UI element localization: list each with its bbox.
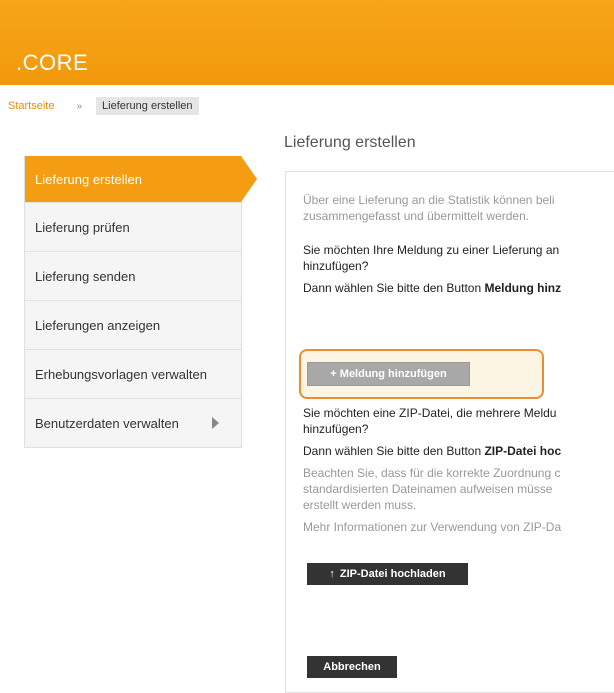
sidebar-item-label: Lieferungen anzeigen	[35, 317, 161, 333]
note-line3: erstellt werden muss.	[303, 498, 417, 512]
sidebar-item-label: Lieferung prüfen	[35, 219, 130, 235]
sidebar-item-label: Lieferung senden	[35, 268, 136, 284]
app-header: .CORE	[0, 0, 614, 85]
question-zip-line2: hinzufügen?	[303, 422, 369, 436]
note-line2: standardisierten Dateinamen aufweisen mü…	[303, 482, 553, 496]
question-zip-line1: Sie möchten eine ZIP-Datei, die mehrere …	[303, 406, 557, 420]
sidebar-item-benutzerdaten[interactable]: Benutzerdaten verwalten	[25, 399, 241, 447]
breadcrumb-separator: »	[76, 100, 83, 112]
page-title: Lieferung erstellen	[284, 134, 416, 151]
sidebar-item-lieferungen-anzeigen[interactable]: Lieferungen anzeigen	[25, 301, 241, 350]
sidebar-item-lieferung-pruefen[interactable]: Lieferung prüfen	[25, 203, 241, 252]
sidebar-item-lieferung-erstellen[interactable]: Lieferung erstellen	[25, 156, 257, 203]
breadcrumb: Startseite » Lieferung erstellen	[8, 96, 199, 116]
intro-text-line2: zusammengefasst und übermittelt werden.	[303, 209, 530, 223]
hint-zip-button-name: ZIP-Datei hoc	[484, 444, 562, 458]
zip-upload-label: ZIP-Datei hochladen	[339, 568, 446, 580]
hint-report-button-name: Meldung hinz	[484, 281, 562, 295]
question-report-line1: Sie möchten Ihre Meldung zu einer Liefer…	[303, 243, 560, 257]
add-report-button[interactable]: + Meldung hinzufügen	[307, 362, 470, 386]
breadcrumb-home-link[interactable]: Startseite	[8, 100, 54, 112]
cancel-button[interactable]: Abbrechen	[307, 656, 397, 678]
question-report-line2: hinzufügen?	[303, 259, 369, 273]
sidebar-item-label: Erhebungsvorlagen verwalten	[35, 366, 207, 382]
hint-zip: Dann wählen Sie bitte den Button ZIP-Dat…	[303, 443, 614, 459]
upload-icon: ↑	[329, 568, 335, 580]
hint-report-prefix: Dann wählen Sie bitte den Button	[303, 281, 485, 295]
sidebar-item-lieferung-senden[interactable]: Lieferung senden	[25, 252, 241, 301]
app-logo: .CORE	[16, 50, 89, 75]
sidebar-item-label: Lieferung erstellen	[35, 171, 142, 187]
chevron-right-icon	[212, 417, 219, 429]
sidebar-item-erhebungsvorlagen[interactable]: Erhebungsvorlagen verwalten	[25, 350, 241, 399]
intro-text-line1: Über eine Lieferung an die Statistik kön…	[303, 193, 555, 207]
sidebar-nav: Lieferung erstellen Lieferung prüfen Lie…	[24, 156, 257, 448]
sidebar-item-label: Benutzerdaten verwalten	[35, 415, 179, 431]
add-report-highlight: + Meldung hinzufügen	[299, 349, 544, 399]
content-panel: Über eine Lieferung an die Statistik kön…	[285, 171, 614, 693]
hint-zip-prefix: Dann wählen Sie bitte den Button	[303, 444, 485, 458]
hint-report: Dann wählen Sie bitte den Button Meldung…	[303, 280, 614, 296]
more-info-link[interactable]: Mehr Informationen zur Verwendung von ZI…	[303, 519, 614, 535]
note-line1: Beachten Sie, dass für die korrekte Zuor…	[303, 466, 561, 480]
zip-upload-button[interactable]: ↑ ZIP-Datei hochladen	[307, 563, 468, 585]
breadcrumb-current: Lieferung erstellen	[96, 97, 199, 115]
